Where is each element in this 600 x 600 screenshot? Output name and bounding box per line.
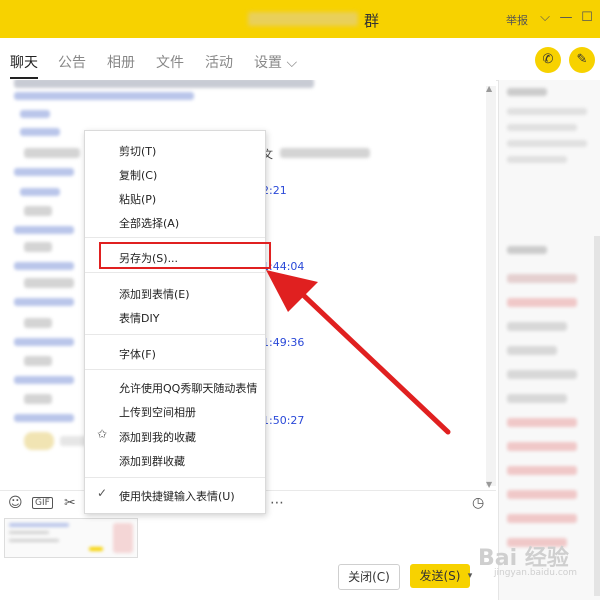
watermark-url: jingyan.baidu.com xyxy=(494,568,578,578)
annotation-arrow xyxy=(266,270,451,435)
